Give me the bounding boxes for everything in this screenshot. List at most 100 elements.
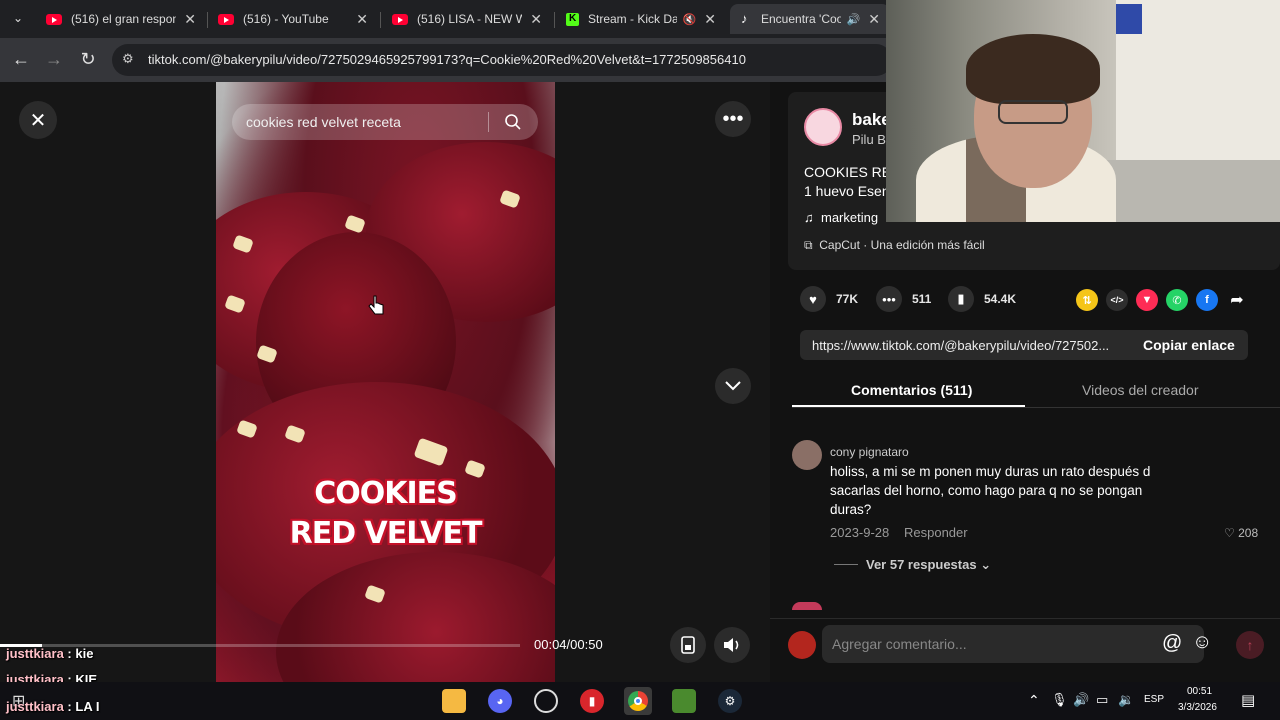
browser-tab-2[interactable]: (516) - YouTube ✕ [208,4,378,34]
video-search-pill[interactable]: cookies red velvet receta [232,104,538,140]
music-row[interactable]: ♫ marketing [804,210,878,225]
close-tab-icon[interactable]: ✕ [356,11,368,28]
microphone-icon[interactable]: 🎙 [1051,692,1068,708]
like-action[interactable]: ♥ 77K [800,286,858,312]
notifications-icon[interactable]: ▤ [1241,691,1255,709]
chevron-up-icon[interactable]: ⌃ [1028,692,1040,709]
more-dots-icon: ••• [722,107,744,130]
music-note-icon: ♫ [804,210,814,225]
chat-user: justtkiara [6,646,64,661]
input-language[interactable]: ESP [1144,694,1164,705]
chrome-icon [628,691,648,711]
browser-tab-3[interactable]: (516) LISA - NEW WO ✕ [382,4,552,34]
heart-outline-icon: ♡ [1224,526,1235,540]
creator-name[interactable]: bake [852,110,891,130]
commenter-name[interactable]: cony pignataro [830,445,909,459]
copy-link-button[interactable]: Copiar enlace [1143,337,1235,353]
view-replies-button[interactable]: Ver 57 respuestas ⌄ [866,557,991,573]
reload-icon[interactable]: ↻ [76,48,100,72]
view-replies-label: Ver 57 respuestas [866,557,977,572]
close-video-button[interactable]: ✕ [19,101,57,139]
forward-arrow-icon[interactable]: → [42,48,66,72]
browser-tab-4[interactable]: Stream - Kick Da 🔇 ✕ [556,4,726,34]
reply-button[interactable]: Responder [904,525,968,540]
back-arrow-icon[interactable]: ← [9,48,33,72]
send-to-friends-icon[interactable]: ▼ [1136,289,1158,311]
video-overlay-title: COOKIES RED VELVET [216,474,555,554]
creator-avatar[interactable] [804,108,842,146]
facebook-icon[interactable]: f [1196,289,1218,311]
volume-tray-icon[interactable]: 🔉 [1118,692,1134,708]
network-icon[interactable]: ▭ [1096,692,1108,708]
steam-icon[interactable]: ⚙ [718,689,742,713]
close-icon: ✕ [29,109,47,132]
pip-button[interactable] [670,627,706,663]
post-comment-button[interactable]: ↑ [1236,631,1264,659]
comment-input-placeholder: Agregar comentario... [832,636,967,652]
close-tab-icon[interactable]: ✕ [530,11,542,28]
volume-button[interactable] [714,627,750,663]
comment-like[interactable]: ♡ 208 [1224,526,1258,540]
next-commenter-avatar [792,602,822,610]
comment-input[interactable]: Agregar comentario... @ ☺ [822,625,1212,663]
tab-title: (516) LISA - NEW WO [417,12,523,26]
comment-composer: Agregar comentario... @ ☺ ↑ [770,618,1280,682]
chrome-taskbar-button[interactable] [624,687,652,715]
youtube-icon [46,13,62,25]
video-time: 00:04/00:50 [534,637,603,652]
tab-search-chevron-icon[interactable]: ⌄ [6,7,30,31]
app-red-icon[interactable]: ▮ [580,689,604,713]
minecraft-icon[interactable] [672,689,696,713]
embed-icon[interactable]: </> [1106,289,1128,311]
file-explorer-icon[interactable] [442,689,466,713]
tab-creator-videos[interactable]: Videos del creador [1082,382,1198,398]
emoji-icon[interactable]: ☺ [1192,631,1212,654]
chevron-down-icon: ⌄ [980,557,992,572]
creator-nickname: Pilu B [852,132,886,147]
caption-line-2: 1 huevo Esen [804,183,890,199]
tab-comments[interactable]: Comentarios (511) [851,382,972,398]
comment-action[interactable]: ••• 511 [876,286,931,312]
replies-line [834,564,858,565]
browser-tab-1[interactable]: (516) el gran responsa ✕ [36,4,206,34]
browser-tab-5[interactable]: Encuentra 'Cooki 🔊 ✕ [730,4,890,34]
save-action[interactable]: ▮ 54.4K [948,286,1016,312]
site-settings-icon[interactable]: ⚙ [122,51,134,67]
user-avatar[interactable] [788,631,816,659]
close-tab-icon[interactable]: ✕ [868,11,880,28]
comment-like-count: 208 [1238,526,1259,540]
video-stage: ✕ cookies red velvet receta COOKIES RED [0,82,770,682]
webcam-overlay [886,0,1280,222]
comment-text-line: sacarlas del horno, como hago para q no … [830,483,1143,498]
video-link-text: https://www.tiktok.com/@bakerypilu/video… [812,338,1110,353]
active-tab-underline [792,405,1025,407]
close-tab-icon[interactable]: ✕ [704,11,716,28]
kick-icon [566,12,579,26]
speaker-icon[interactable]: 🔊 [847,13,861,26]
caption-line-1: COOKIES RE [804,164,892,180]
clock-date[interactable]: 3/3/2026 [1178,702,1217,713]
whatsapp-icon[interactable]: ✆ [1166,289,1188,311]
share-arrow-icon[interactable]: ➦ [1226,289,1248,311]
chat-text: kie [75,646,94,661]
search-icon[interactable] [504,113,522,131]
music-title: marketing [820,210,879,225]
action-row: ♥ 77K ••• 511 ▮ 54.4K ⇅ </> ▼ ✆ f ➦ [800,286,1260,312]
comment-text-line: holiss, a mi se m ponen muy duras un rat… [830,464,1151,479]
close-tab-icon[interactable]: ✕ [184,11,196,28]
heart-icon: ♥ [800,286,826,312]
speaker-icon[interactable]: 🔊 [1073,692,1089,708]
mention-icon[interactable]: @ [1162,632,1182,655]
discord-icon[interactable]: ◕ [488,689,512,713]
commenter-avatar[interactable] [792,440,822,470]
repost-icon[interactable]: ⇅ [1076,289,1098,311]
capcut-row[interactable]: ⧉ CapCut · Una edición más fácil [804,238,985,253]
clock-time[interactable]: 00:51 [1187,686,1212,697]
video-player[interactable]: cookies red velvet receta COOKIES RED VE… [216,82,555,682]
obs-icon[interactable] [534,689,558,713]
address-bar[interactable]: ⚙ tiktok.com/@bakerypilu/video/727502946… [112,44,892,76]
more-options-button[interactable]: ••• [715,101,751,137]
bookmark-icon: ▮ [948,286,974,312]
muted-speaker-icon[interactable]: 🔇 [683,13,697,26]
next-video-button[interactable] [715,368,751,404]
